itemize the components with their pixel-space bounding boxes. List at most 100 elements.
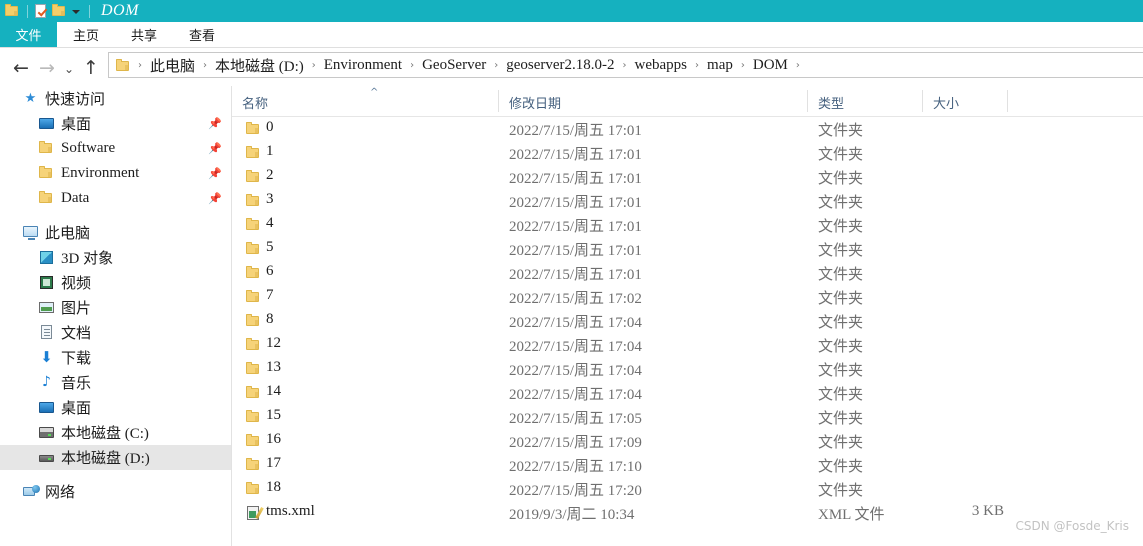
table-row[interactable]: 2 2022/7/15/周五 17:01 文件夹 — [232, 165, 1143, 189]
qat-divider — [27, 4, 28, 18]
properties-check-icon[interactable] — [33, 3, 49, 19]
sidebar-group-label: 此电脑 — [45, 226, 91, 242]
column-header-date[interactable]: 修改日期 — [499, 93, 561, 112]
sidebar-item-videos[interactable]: 视频 — [0, 270, 231, 295]
folder-icon — [245, 409, 262, 426]
column-header-type[interactable]: 类型 — [808, 93, 844, 112]
tab-share[interactable]: 共享 — [115, 22, 173, 47]
table-row[interactable]: 14 2022/7/15/周五 17:04 文件夹 — [232, 381, 1143, 405]
tab-view[interactable]: 查看 — [173, 22, 231, 47]
pin-icon[interactable]: 📌 — [208, 168, 222, 179]
table-row[interactable]: 7 2022/7/15/周五 17:02 文件夹 — [232, 285, 1143, 309]
cell-date: 2022/7/15/周五 17:01 — [509, 147, 642, 163]
table-row[interactable]: 18 2022/7/15/周五 17:20 文件夹 — [232, 477, 1143, 501]
sidebar-item-environment[interactable]: Environment 📌 — [0, 161, 231, 186]
folder-icon — [38, 190, 55, 207]
table-row[interactable]: 17 2022/7/15/周五 17:10 文件夹 — [232, 453, 1143, 477]
pin-icon[interactable]: 📌 — [208, 118, 222, 129]
ribbon-divider — [0, 47, 1143, 48]
cell-type: XML 文件 — [818, 507, 885, 523]
new-folder-icon[interactable] — [51, 3, 67, 19]
column-divider-4[interactable] — [1007, 90, 1008, 112]
sidebar-gap-1 — [0, 211, 231, 220]
breadcrumb-item-5[interactable]: webapps — [632, 57, 691, 74]
cell-name: tms.xml — [266, 503, 315, 519]
table-row[interactable]: 15 2022/7/15/周五 17:05 文件夹 — [232, 405, 1143, 429]
table-row[interactable]: 5 2022/7/15/周五 17:01 文件夹 — [232, 237, 1143, 261]
breadcrumb-item-0[interactable]: 此电脑 — [147, 55, 198, 76]
table-row[interactable]: 6 2022/7/15/周五 17:01 文件夹 — [232, 261, 1143, 285]
table-row[interactable]: 8 2022/7/15/周五 17:04 文件夹 — [232, 309, 1143, 333]
sidebar-group-network[interactable]: 网络 — [0, 479, 231, 504]
back-button[interactable]: ← — [8, 59, 34, 78]
cell-size: 3 KB — [971, 503, 1004, 519]
ribbon-tabs: 文件 主页 共享 查看 — [0, 22, 1143, 47]
sidebar-item-3d-objects[interactable]: 3D 对象 — [0, 245, 231, 270]
table-row[interactable]: 0 2022/7/15/周五 17:01 文件夹 — [232, 117, 1143, 141]
tab-file[interactable]: 文件 — [0, 22, 57, 47]
cell-type: 文件夹 — [818, 315, 864, 331]
breadcrumb-separator-6: › — [695, 59, 700, 71]
sidebar-item-label: Data — [61, 190, 90, 206]
table-row[interactable]: 4 2022/7/15/周五 17:01 文件夹 — [232, 213, 1143, 237]
cell-type: 文件夹 — [818, 411, 864, 427]
customize-chevron-down-icon[interactable] — [72, 10, 80, 14]
pin-icon[interactable]: 📌 — [208, 193, 222, 204]
sidebar-item-desktop[interactable]: 桌面 — [0, 395, 231, 420]
table-row[interactable]: 1 2022/7/15/周五 17:01 文件夹 — [232, 141, 1143, 165]
cell-name: 17 — [266, 455, 281, 471]
sidebar-item-local-disk-c[interactable]: 本地磁盘 (C:) — [0, 420, 231, 445]
navigation-pane[interactable]: ★ 快速访问 桌面 📌 Software 📌 Environment 📌 Dat… — [0, 86, 231, 546]
sidebar-item-local-disk-d[interactable]: 本地磁盘 (D:) — [0, 445, 231, 470]
folder-icon — [245, 337, 262, 354]
breadcrumb-separator-5: › — [622, 59, 627, 71]
table-row[interactable]: 16 2022/7/15/周五 17:09 文件夹 — [232, 429, 1143, 453]
cell-name: 7 — [266, 287, 274, 303]
breadcrumb-separator-4: › — [494, 59, 499, 71]
breadcrumb-item-1[interactable]: 本地磁盘 (D:) — [212, 55, 307, 76]
sidebar-item-music[interactable]: ♪ 音乐 — [0, 370, 231, 395]
recent-locations-button[interactable]: ⌄ — [60, 63, 78, 75]
videos-icon — [38, 274, 55, 291]
sidebar-item-downloads[interactable]: ⬇ 下载 — [0, 345, 231, 370]
breadcrumb-separator-7: › — [740, 59, 745, 71]
sidebar-item-software[interactable]: Software 📌 — [0, 136, 231, 161]
cell-date: 2022/7/15/周五 17:01 — [509, 267, 642, 283]
sort-ascending-caret-icon: ^ — [370, 87, 379, 98]
cell-date: 2022/7/15/周五 17:04 — [509, 387, 642, 403]
column-header-size[interactable]: 大小 — [923, 93, 959, 112]
local-disk-c-icon — [38, 424, 55, 441]
cell-date: 2019/9/3/周二 10:34 — [509, 507, 635, 523]
cell-name: 4 — [266, 215, 274, 231]
breadcrumb[interactable]: › 此电脑 › 本地磁盘 (D:) › Environment › GeoSer… — [108, 52, 1143, 78]
breadcrumb-item-7[interactable]: DOM — [750, 57, 791, 74]
sidebar-item-label: 音乐 — [61, 376, 92, 392]
pin-icon[interactable]: 📌 — [208, 143, 222, 154]
table-row[interactable]: 3 2022/7/15/周五 17:01 文件夹 — [232, 189, 1143, 213]
sidebar-group-quick-access[interactable]: ★ 快速访问 — [0, 86, 231, 111]
table-row[interactable]: 12 2022/7/15/周五 17:04 文件夹 — [232, 333, 1143, 357]
sidebar-item-data[interactable]: Data 📌 — [0, 186, 231, 211]
sidebar-item-documents[interactable]: 文档 — [0, 320, 231, 345]
sidebar-group-this-pc[interactable]: 此电脑 — [0, 220, 231, 245]
cell-type: 文件夹 — [818, 171, 864, 187]
sidebar-item-desktop-qa[interactable]: 桌面 📌 — [0, 111, 231, 136]
breadcrumb-item-3[interactable]: GeoServer — [419, 57, 489, 74]
network-icon — [22, 483, 40, 500]
column-header-name[interactable]: 名称 — [232, 93, 268, 112]
tab-home[interactable]: 主页 — [57, 22, 115, 47]
sidebar-item-pictures[interactable]: 图片 — [0, 295, 231, 320]
forward-button[interactable]: → — [34, 59, 60, 78]
folder-icon — [245, 241, 262, 258]
file-list-pane: 名称 ^ 修改日期 类型 大小 0 2022/7/15/周五 17:01 文件夹… — [232, 86, 1143, 546]
breadcrumb-item-6[interactable]: map — [704, 57, 736, 74]
breadcrumb-separator-3: › — [410, 59, 415, 71]
table-row[interactable]: tms.xml 2019/9/3/周二 10:34 XML 文件 3 KB — [232, 501, 1143, 525]
up-button[interactable]: ↑ — [78, 59, 104, 78]
breadcrumb-separator-1: › — [203, 59, 208, 71]
breadcrumb-item-4[interactable]: geoserver2.18.0-2 — [503, 57, 617, 74]
breadcrumb-item-2[interactable]: Environment — [321, 57, 405, 74]
folder-icon[interactable] — [4, 3, 20, 19]
local-disk-d-icon — [38, 449, 55, 466]
table-row[interactable]: 13 2022/7/15/周五 17:04 文件夹 — [232, 357, 1143, 381]
